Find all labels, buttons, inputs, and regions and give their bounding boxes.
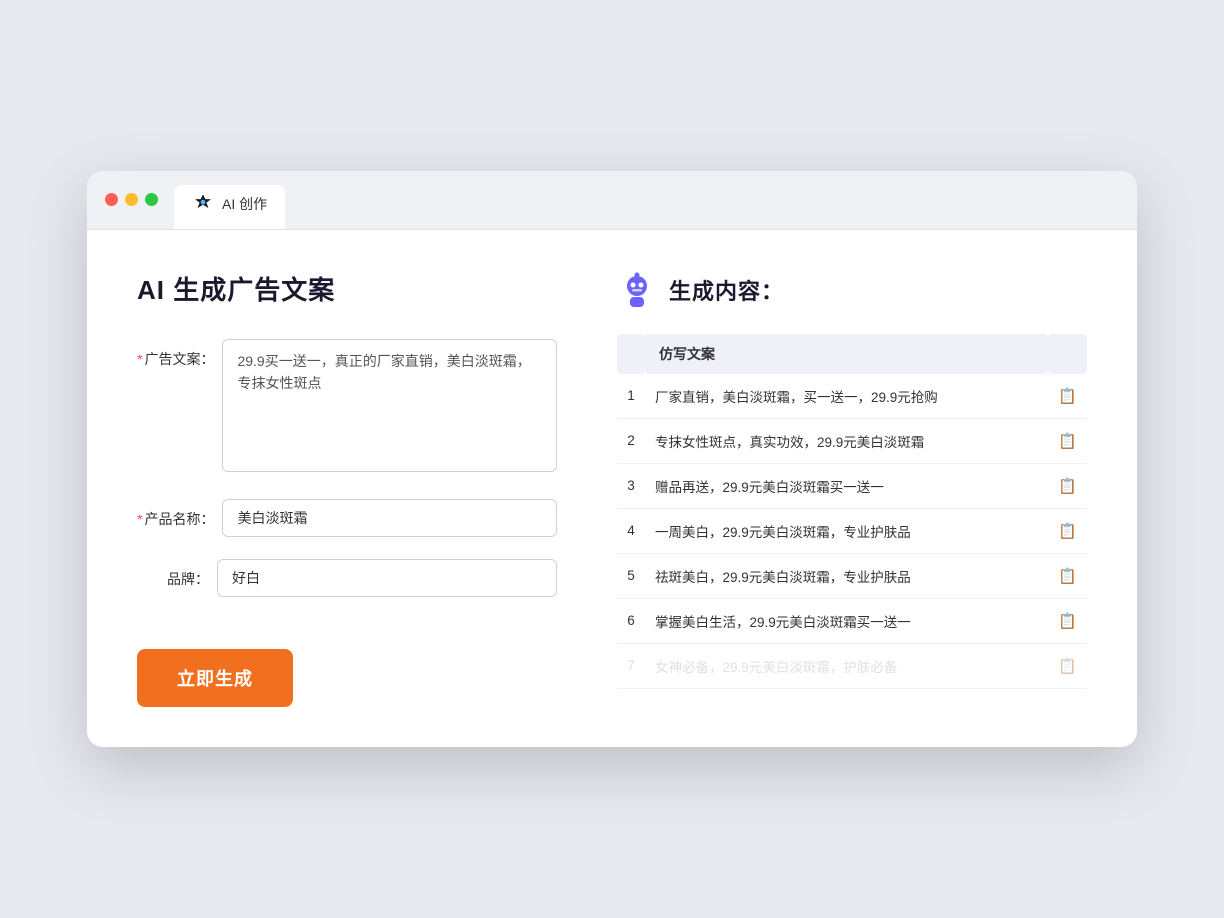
row-copy-text: 厂家直销，美白淡斑霜，买一送一，29.9元抢购 <box>645 374 1048 419</box>
right-header: 生成内容： <box>617 270 1087 310</box>
table-header-copy: 仿写文案 <box>645 334 1048 374</box>
copy-icon-cell[interactable]: 📋 <box>1048 643 1087 688</box>
tab-label: AI 创作 <box>222 194 267 214</box>
right-title: 生成内容： <box>669 274 784 306</box>
copy-icon-cell[interactable]: 📋 <box>1048 598 1087 643</box>
copy-icon-cell[interactable]: 📋 <box>1048 463 1087 508</box>
required-star-product: * <box>137 511 142 527</box>
browser-window: AI 创作 AI 生成广告文案 *广告文案： 29.9买一送一，真正的厂家直销，… <box>87 171 1137 748</box>
table-row: 4一周美白，29.9元美白淡斑霜，专业护肤品 📋 <box>617 508 1087 553</box>
copy-icon[interactable]: 📋 <box>1058 478 1077 495</box>
ad-copy-label: *广告文案： <box>137 339 214 369</box>
row-number: 5 <box>617 553 645 598</box>
row-copy-text: 女神必备，29.9元美白淡斑霜，护肤必备 <box>645 643 1048 688</box>
product-name-input-wrapper <box>222 499 557 537</box>
page-title: AI 生成广告文案 <box>137 270 557 307</box>
brand-label: 品牌： <box>137 559 209 589</box>
row-copy-text: 掌握美白生活，29.9元美白淡斑霜买一送一 <box>645 598 1048 643</box>
copy-icon[interactable]: 📋 <box>1058 613 1077 630</box>
row-copy-text: 赠品再送，29.9元美白淡斑霜买一送一 <box>645 463 1048 508</box>
maximize-button[interactable] <box>145 193 158 206</box>
copy-icon[interactable]: 📋 <box>1058 523 1077 540</box>
bot-icon <box>617 270 657 310</box>
brand-input[interactable] <box>217 559 557 597</box>
required-star-ad: * <box>137 351 142 367</box>
row-number: 2 <box>617 418 645 463</box>
ad-copy-input-wrapper: 29.9买一送一，真正的厂家直销，美白淡斑霜，专抹女性斑点 <box>222 339 557 478</box>
brand-row: 品牌： <box>137 559 557 597</box>
row-number: 7 <box>617 643 645 688</box>
row-number: 6 <box>617 598 645 643</box>
brand-input-wrapper <box>217 559 557 597</box>
row-number: 1 <box>617 374 645 419</box>
table-row: 5祛斑美白，29.9元美白淡斑霜，专业护肤品 📋 <box>617 553 1087 598</box>
copy-icon-cell[interactable]: 📋 <box>1048 553 1087 598</box>
minimize-button[interactable] <box>125 193 138 206</box>
row-copy-text: 一周美白，29.9元美白淡斑霜，专业护肤品 <box>645 508 1048 553</box>
ai-tab-icon <box>192 193 214 215</box>
generate-button[interactable]: 立即生成 <box>137 649 293 707</box>
row-copy-text: 专抹女性斑点，真实功效，29.9元美白淡斑霜 <box>645 418 1048 463</box>
copy-icon-cell[interactable]: 📋 <box>1048 374 1087 419</box>
traffic-lights <box>105 193 158 220</box>
result-table: 仿写文案 1厂家直销，美白淡斑霜，买一送一，29.9元抢购📋2专抹女性斑点，真实… <box>617 334 1087 689</box>
table-row: 1厂家直销，美白淡斑霜，买一送一，29.9元抢购 📋 <box>617 374 1087 419</box>
copy-icon[interactable]: 📋 <box>1058 388 1077 405</box>
browser-titlebar: AI 创作 <box>87 171 1137 230</box>
copy-icon[interactable]: 📋 <box>1058 433 1077 450</box>
product-name-row: *产品名称： <box>137 499 557 537</box>
right-panel: 生成内容： 仿写文案 1厂家直销，美白淡斑霜，买一送一，29.9元抢购📋2专抹女… <box>617 270 1087 708</box>
table-row: 3赠品再送，29.9元美白淡斑霜买一送一 📋 <box>617 463 1087 508</box>
product-name-input[interactable] <box>222 499 557 537</box>
product-name-label: *产品名称： <box>137 499 214 529</box>
copy-icon[interactable]: 📋 <box>1058 658 1077 675</box>
copy-icon-cell[interactable]: 📋 <box>1048 508 1087 553</box>
copy-icon[interactable]: 📋 <box>1058 568 1077 585</box>
left-panel: AI 生成广告文案 *广告文案： 29.9买一送一，真正的厂家直销，美白淡斑霜，… <box>137 270 557 708</box>
row-number: 4 <box>617 508 645 553</box>
table-row: 2专抹女性斑点，真实功效，29.9元美白淡斑霜 📋 <box>617 418 1087 463</box>
ai-tab[interactable]: AI 创作 <box>174 185 285 229</box>
copy-icon-cell[interactable]: 📋 <box>1048 418 1087 463</box>
table-row: 6掌握美白生活，29.9元美白淡斑霜买一送一 📋 <box>617 598 1087 643</box>
close-button[interactable] <box>105 193 118 206</box>
table-header-num <box>617 334 645 374</box>
row-number: 3 <box>617 463 645 508</box>
row-copy-text: 祛斑美白，29.9元美白淡斑霜，专业护肤品 <box>645 553 1048 598</box>
ad-copy-row: *广告文案： 29.9买一送一，真正的厂家直销，美白淡斑霜，专抹女性斑点 <box>137 339 557 478</box>
ad-copy-textarea[interactable]: 29.9买一送一，真正的厂家直销，美白淡斑霜，专抹女性斑点 <box>222 339 557 473</box>
table-header-action <box>1048 334 1087 374</box>
browser-content: AI 生成广告文案 *广告文案： 29.9买一送一，真正的厂家直销，美白淡斑霜，… <box>87 230 1137 748</box>
table-row: 7女神必备，29.9元美白淡斑霜，护肤必备 📋 <box>617 643 1087 688</box>
